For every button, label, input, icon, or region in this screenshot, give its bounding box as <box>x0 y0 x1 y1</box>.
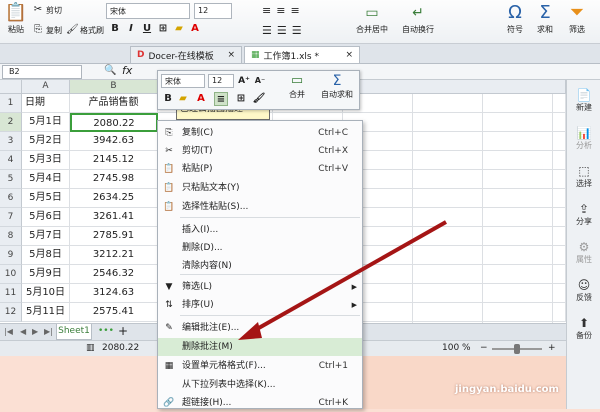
arrow-shaft <box>249 220 447 335</box>
arrow-head <box>238 322 262 340</box>
annotation-arrow <box>238 220 447 340</box>
